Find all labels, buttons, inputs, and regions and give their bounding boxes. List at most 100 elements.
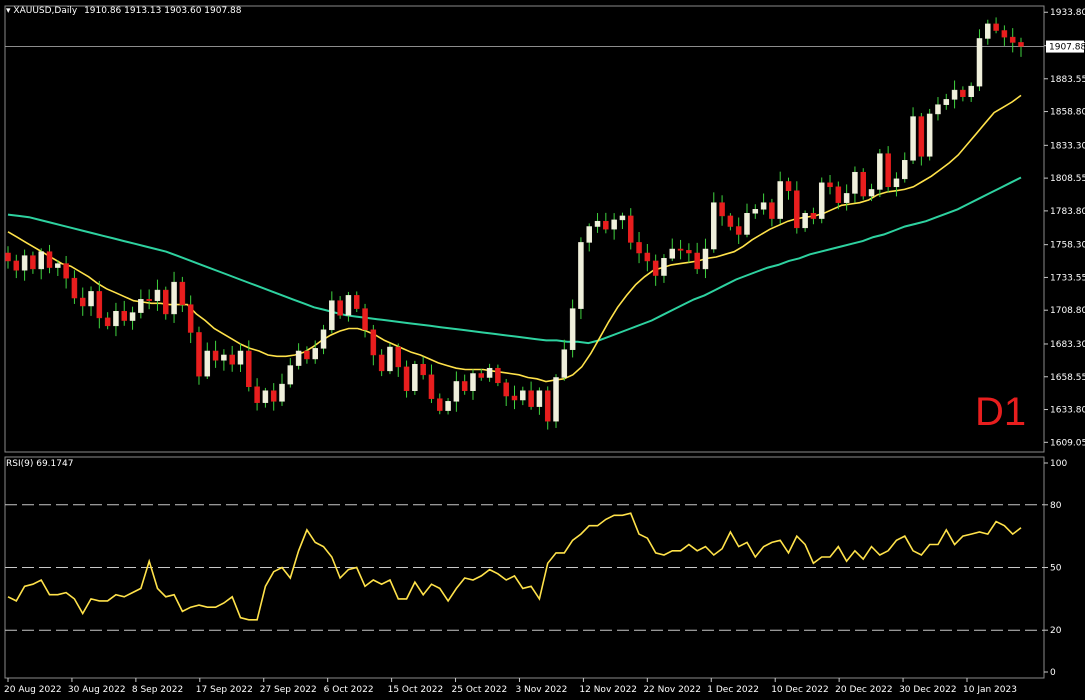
rsi-axis-label: 0	[1050, 668, 1056, 678]
bull-candle-body	[818, 182, 825, 219]
date-axis-label: 27 Sep 2022	[260, 685, 317, 695]
bull-candle-body	[520, 390, 526, 401]
date-axis-label: 8 Sep 2022	[132, 685, 183, 695]
rsi-axis-label: 100	[1050, 459, 1067, 469]
bear-candle-body	[993, 23, 999, 31]
candle	[79, 287, 86, 316]
price-axis-label: 1683.30	[1050, 340, 1085, 350]
bull-candle-body	[486, 367, 493, 378]
bull-candle-body	[154, 289, 161, 301]
date-axis-label: 20 Aug 2022	[4, 685, 62, 695]
bear-candle-body	[428, 374, 435, 399]
bear-candle-body	[495, 367, 501, 384]
candle	[104, 312, 111, 330]
bear-candle-body	[735, 226, 742, 235]
bull-candle-body	[387, 346, 393, 372]
candle	[810, 207, 817, 225]
bear-candle-body	[403, 366, 410, 391]
candle	[204, 342, 211, 379]
bear-candle-body	[785, 181, 792, 192]
candle	[652, 254, 659, 286]
bear-candle-body	[1018, 42, 1024, 47]
bull-candle-body	[536, 390, 543, 407]
bull-candle-body	[345, 295, 352, 316]
price-axis-label: 1633.80	[1050, 406, 1085, 416]
price-axis-label: 1609.05	[1050, 438, 1085, 448]
bull-candle-body	[702, 248, 709, 270]
rsi-header: RSI(9) 69.1747	[6, 459, 74, 469]
candle	[1001, 25, 1008, 46]
bull-candle-body	[744, 213, 750, 235]
bear-candle-body	[96, 291, 103, 319]
candle	[985, 19, 991, 45]
bull-candle-body	[470, 373, 476, 391]
bull-candle-body	[935, 104, 941, 115]
candle	[254, 378, 260, 411]
bull-candle-body	[561, 349, 568, 378]
candle	[337, 296, 343, 319]
date-axis-label: 10 Jan 2023	[963, 685, 1017, 695]
candle	[412, 360, 418, 395]
date-axis-label: 25 Oct 2022	[452, 685, 508, 695]
bear-candle-body	[528, 390, 534, 407]
bear-candle-body	[353, 295, 360, 309]
bull-candle-body	[38, 251, 44, 270]
candle	[661, 254, 667, 283]
bear-candle-body	[511, 395, 518, 401]
bear-candle-body	[627, 215, 634, 243]
bull-candle-body	[453, 381, 460, 402]
bull-candle-body	[893, 178, 900, 188]
candle	[735, 217, 742, 244]
price-axis-label: 1758.30	[1050, 241, 1085, 251]
price-axis-label: 1833.30	[1050, 141, 1085, 151]
candle	[486, 363, 493, 382]
bear-candle-body	[503, 382, 509, 397]
candle	[578, 237, 584, 320]
bear-candle-body	[694, 252, 700, 270]
bull-candle-body	[138, 299, 144, 313]
candle	[976, 29, 983, 91]
bull-candle-body	[802, 213, 808, 229]
bull-candle-body	[902, 160, 908, 180]
bear-candle-body	[378, 354, 385, 372]
candle	[951, 80, 958, 109]
bull-candle-body	[752, 209, 759, 214]
candle	[395, 343, 402, 377]
bear-candle-body	[63, 263, 69, 279]
candle	[138, 289, 144, 319]
bull-candle-body	[968, 85, 974, 97]
rsi-axis-label: 80	[1050, 501, 1062, 511]
candle	[511, 385, 518, 410]
price-axis-label: 1933.80	[1050, 8, 1085, 18]
date-axis-label: 6 Oct 2022	[324, 685, 374, 695]
candle	[212, 340, 219, 368]
bear-candle-body	[370, 329, 377, 356]
candle	[221, 349, 227, 371]
bear-candle-body	[212, 350, 219, 361]
candle	[179, 276, 186, 313]
bull-candle-body	[237, 350, 244, 365]
bear-candle-body	[810, 213, 817, 219]
candle	[229, 345, 235, 372]
bull-candle-body	[287, 365, 294, 385]
date-axis-label: 10 Dec 2022	[771, 685, 829, 695]
candle	[694, 242, 700, 274]
bear-candle-body	[860, 171, 866, 197]
timeframe-label: D1	[975, 390, 1027, 434]
candle	[935, 97, 941, 121]
candle	[968, 82, 974, 102]
bull-candle-body	[171, 281, 177, 315]
candle	[295, 343, 302, 370]
candle	[960, 86, 966, 102]
candle	[279, 373, 285, 406]
bear-candle-body	[437, 398, 443, 411]
bear-candle-body	[794, 190, 800, 229]
candle	[387, 343, 393, 375]
candle	[353, 291, 360, 313]
bull-candle-body	[320, 329, 327, 349]
bear-candle-body	[304, 350, 310, 360]
candle	[520, 386, 526, 406]
bear-candle-body	[395, 346, 402, 368]
dropdown-triangle-icon[interactable]: ▾	[6, 6, 11, 16]
bull-candle-body	[445, 401, 451, 411]
